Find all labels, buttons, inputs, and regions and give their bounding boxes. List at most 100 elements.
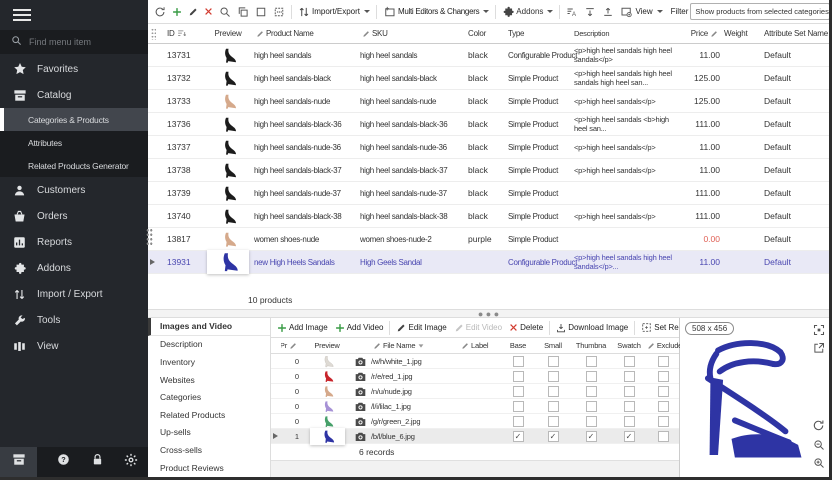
thumbnail-checkbox[interactable] <box>586 371 597 382</box>
swatch-checkbox[interactable] <box>624 416 635 427</box>
sidebar-item-favorites[interactable]: Favorites <box>0 56 148 82</box>
tab-websites[interactable]: Websites <box>148 371 270 389</box>
swatch-checkbox[interactable] <box>624 356 635 367</box>
thumbnail-checkbox[interactable] <box>586 416 597 427</box>
sidebar-item-customers[interactable]: Customers <box>0 177 148 203</box>
add-image-button[interactable]: Add Image <box>274 322 331 334</box>
tab-up-sells[interactable]: Up-sells <box>148 424 270 442</box>
column-header-price[interactable]: Price <box>680 29 724 38</box>
tab-related-products[interactable]: Related Products <box>148 406 270 424</box>
delete-product-button[interactable] <box>202 6 215 17</box>
sidebar-item-catalog[interactable]: Catalog <box>0 82 148 108</box>
column-header-priority[interactable]: Pr <box>281 341 305 350</box>
column-header-description[interactable]: Description <box>574 29 680 38</box>
column-header-product-name[interactable]: Product Name <box>254 29 360 38</box>
column-header-file-name[interactable]: File Name <box>371 341 459 350</box>
edit-product-button[interactable] <box>186 6 200 18</box>
tab-categories[interactable]: Categories <box>148 388 270 406</box>
exclude-checkbox[interactable] <box>658 431 669 442</box>
multi-editors-menu[interactable]: Multi Editors & Changers <box>381 5 491 19</box>
base-checkbox[interactable] <box>513 416 524 427</box>
swatch-checkbox[interactable] <box>624 371 635 382</box>
sidebar-item-attributes[interactable]: Attributes <box>0 131 148 154</box>
catalog-shortcut-button[interactable] <box>0 447 37 477</box>
thumbnail-checkbox[interactable] <box>586 401 597 412</box>
product-row-13739[interactable]: 13739high heel sandals-nude-37high heel … <box>148 182 829 205</box>
base-checkbox[interactable] <box>513 356 524 367</box>
image-row-n-u-nude-jpg[interactable]: 0/n/u/nude.jpg <box>271 384 679 399</box>
image-row-b-l-blue-6-jpg[interactable]: 1/b/l/blue_6.jpg✓✓✓✓ <box>271 429 679 444</box>
base-checkbox[interactable] <box>513 401 524 412</box>
open-external-button[interactable] <box>813 341 825 359</box>
expand-rows-button[interactable] <box>582 5 598 19</box>
thumbnail-checkbox[interactable]: ✓ <box>586 431 597 442</box>
swatch-checkbox[interactable] <box>624 401 635 412</box>
column-header-base[interactable]: Base <box>501 341 535 350</box>
hamburger-menu-button[interactable] <box>0 0 148 30</box>
sidebar-item-addons[interactable]: Addons <box>0 255 148 281</box>
tab-images-and-video[interactable]: Images and Video <box>148 318 270 336</box>
select-button[interactable] <box>253 5 269 19</box>
view-menu[interactable]: View <box>618 5 664 19</box>
paste-special-button[interactable] <box>271 5 287 19</box>
thumbnail-checkbox[interactable] <box>586 386 597 397</box>
collapse-rows-button[interactable] <box>600 5 616 19</box>
download-image-button[interactable]: Download Image <box>553 322 631 334</box>
tab-inventory[interactable]: Inventory <box>148 353 270 371</box>
panel-splitter[interactable]: ● ● ● <box>148 310 829 318</box>
filter-select[interactable]: Show products from selected categories <box>690 3 829 20</box>
sidebar-item-categories-products[interactable]: Categories & Products <box>0 108 148 131</box>
help-button[interactable]: ? <box>46 447 80 477</box>
small-checkbox[interactable] <box>548 386 559 397</box>
import-export-menu[interactable]: Import/Export <box>296 5 372 19</box>
sidebar-item-reports[interactable]: Reports <box>0 229 148 255</box>
image-row-w-h-white-1-jpg[interactable]: 0/w/h/white_1.jpg <box>271 354 679 369</box>
product-row-13738[interactable]: 13738high heel sandals-black-37high heel… <box>148 159 829 182</box>
add-product-button[interactable] <box>170 6 184 18</box>
sidebar-item-tools[interactable]: Tools <box>0 307 148 333</box>
column-header-small[interactable]: Small <box>535 341 571 350</box>
rotate-image-button[interactable] <box>812 419 825 437</box>
product-row-13731[interactable]: 13731high heel sandalshigh heel sandalsb… <box>148 44 829 67</box>
column-header-type[interactable]: Type <box>508 29 574 38</box>
search-button[interactable] <box>217 5 233 19</box>
settings-button[interactable] <box>114 447 148 477</box>
image-row-l-i-lilac-1-jpg[interactable]: 0/l/i/lilac_1.jpg <box>271 399 679 414</box>
sidebar-resize-handle[interactable] <box>146 228 153 246</box>
small-checkbox[interactable]: ✓ <box>548 431 559 442</box>
swatch-checkbox[interactable] <box>624 386 635 397</box>
product-row-13931[interactable]: 13931new High Heels SandalsHigh Geels Sa… <box>148 251 829 274</box>
column-header-label[interactable]: Label <box>459 341 501 350</box>
sidebar-item-import-export[interactable]: Import / Export <box>0 281 148 307</box>
exclude-checkbox[interactable] <box>658 371 669 382</box>
exclude-checkbox[interactable] <box>658 386 669 397</box>
tab-cross-sells[interactable]: Cross-sells <box>148 441 270 459</box>
base-checkbox[interactable] <box>513 386 524 397</box>
grid-options-icon[interactable] <box>151 28 156 40</box>
product-row-13740[interactable]: 13740high heel sandals-black-38high heel… <box>148 205 829 228</box>
addons-menu[interactable]: Addons <box>500 5 555 19</box>
column-header-preview[interactable]: Preview <box>305 341 349 350</box>
small-checkbox[interactable] <box>548 416 559 427</box>
lock-button[interactable] <box>80 447 114 477</box>
tab-description[interactable]: Description <box>148 336 270 354</box>
product-row-13736[interactable]: 13736high heel sandals-black-36high heel… <box>148 113 829 136</box>
column-header-attribute-set[interactable]: Attribute Set Name <box>758 29 829 38</box>
base-checkbox[interactable] <box>513 371 524 382</box>
product-row-13817[interactable]: 13817women shoes-nudewomen shoes-nude-2p… <box>148 228 829 251</box>
fit-to-screen-button[interactable] <box>813 323 825 341</box>
column-header-swatch[interactable]: Swatch <box>611 341 647 350</box>
base-checkbox[interactable]: ✓ <box>513 431 524 442</box>
sidebar-item-related-products-generator[interactable]: Related Products Generator <box>0 154 148 177</box>
exclude-checkbox[interactable] <box>658 356 669 367</box>
product-row-13732[interactable]: 13732high heel sandals-blackhigh heel sa… <box>148 67 829 90</box>
set-resize-rule-button[interactable]: Set Resize Rule <box>638 321 679 334</box>
delete-image-button[interactable]: Delete <box>506 322 546 333</box>
sidebar-item-view[interactable]: View <box>0 333 148 359</box>
refresh-button[interactable] <box>152 5 168 19</box>
column-header-id[interactable]: ID <box>158 29 202 38</box>
product-row-13733[interactable]: 13733high heel sandals-nudehigh heel san… <box>148 90 829 113</box>
zoom-in-button[interactable] <box>813 456 825 474</box>
edit-image-button[interactable]: Edit Image <box>393 322 449 334</box>
horizontal-scrollbar[interactable] <box>271 460 679 477</box>
